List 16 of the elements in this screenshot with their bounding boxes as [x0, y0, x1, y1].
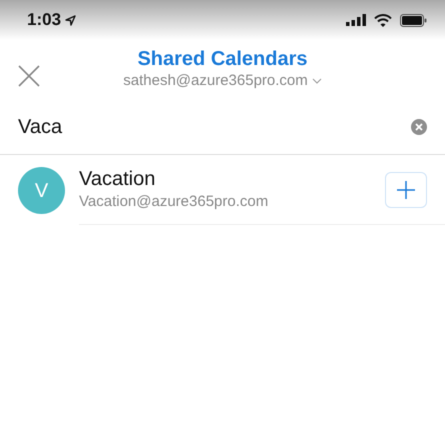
- close-icon: [18, 64, 40, 87]
- chevron-down-icon: [312, 78, 322, 84]
- avatar: V: [18, 167, 65, 214]
- plus-icon: [397, 181, 415, 200]
- calendar-name: Vacation: [79, 167, 156, 191]
- battery-icon: [400, 14, 427, 26]
- signal-icon: [346, 14, 366, 26]
- calendar-email: Vacation@azure365pro.com: [79, 192, 270, 212]
- status-time: 1:03: [27, 9, 62, 32]
- add-button[interactable]: [385, 172, 427, 208]
- close-button[interactable]: [18, 64, 40, 88]
- wifi-icon: [374, 14, 392, 26]
- location-arrow-icon: [65, 14, 76, 26]
- account-selector[interactable]: sathesh@azure365pro.com: [123, 70, 322, 92]
- screen-title: Shared Calendars: [137, 48, 308, 70]
- clear-icon[interactable]: [411, 119, 427, 135]
